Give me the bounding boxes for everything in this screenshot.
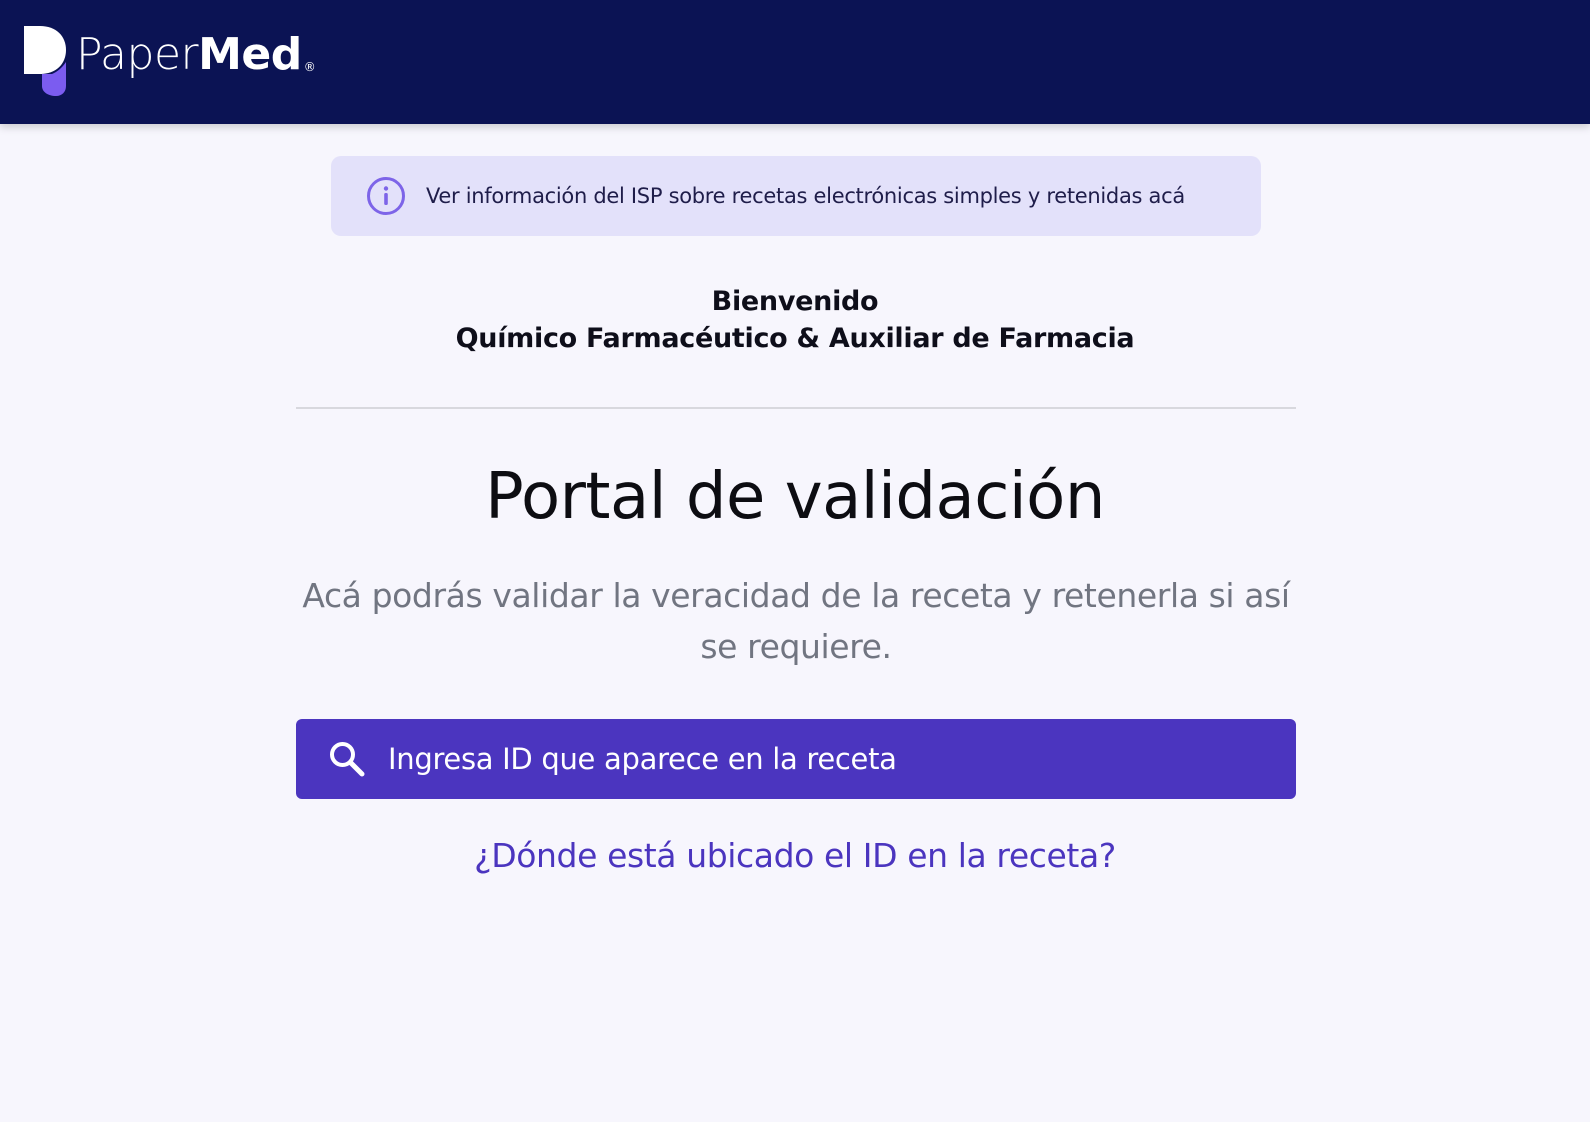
registered-mark: ® xyxy=(303,60,316,74)
isp-info-banner[interactable]: Ver información del ISP sobre recetas el… xyxy=(331,156,1261,236)
papermed-logo-icon xyxy=(24,26,66,96)
search-icon xyxy=(330,742,365,777)
brand-wordmark-light: Paper xyxy=(76,29,199,80)
section-divider xyxy=(296,407,1296,409)
info-icon xyxy=(367,177,405,215)
brand-wordmark-bold: Med xyxy=(198,29,302,80)
top-header: Paper Med ® xyxy=(0,0,1590,124)
welcome-block: Bienvenido Químico Farmacéutico & Auxili… xyxy=(0,283,1590,357)
welcome-heading: Bienvenido xyxy=(711,286,879,317)
page-subtitle: Acá podrás validar la veracidad de la re… xyxy=(302,576,1290,666)
prescription-id-search[interactable] xyxy=(296,719,1296,799)
isp-info-text: Ver información del ISP sobre recetas el… xyxy=(426,184,1185,208)
welcome-role: Químico Farmacéutico & Auxiliar de Farma… xyxy=(455,323,1135,354)
prescription-id-input[interactable] xyxy=(388,729,1296,789)
page-title: Portal de validación xyxy=(485,460,1105,534)
brand-wordmark: Paper Med ® xyxy=(76,29,316,81)
id-location-help-link[interactable]: ¿Dónde está ubicado el ID en la receta? xyxy=(0,833,1590,879)
papermed-logo[interactable]: Paper Med ® xyxy=(24,26,316,96)
